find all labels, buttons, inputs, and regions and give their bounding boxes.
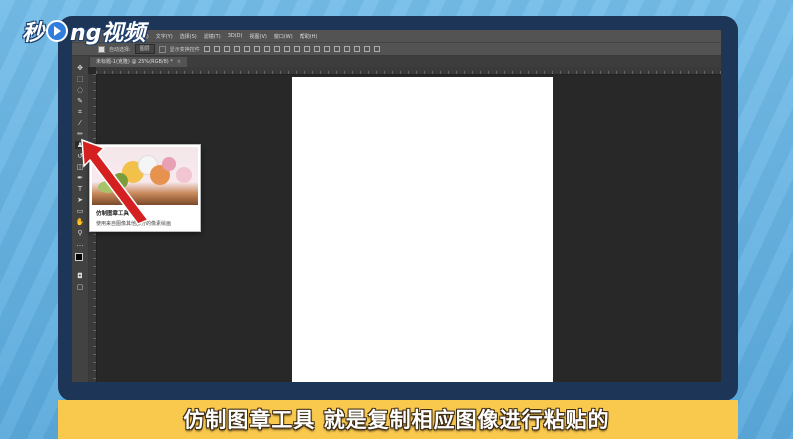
eyedropper-icon[interactable]: ⁄ xyxy=(75,119,85,127)
align-bottom-icon[interactable] xyxy=(223,46,230,52)
align-right-icon[interactable] xyxy=(253,46,260,52)
3d-rotate-icon[interactable] xyxy=(333,46,340,52)
distribute-bottom-icon[interactable] xyxy=(283,46,290,52)
distribute-top-icon[interactable] xyxy=(263,46,270,52)
document-tab-bar: 未标题-1(克隆) @ 25%(RGB/8) * × xyxy=(88,56,721,67)
align-middle-icon[interactable] xyxy=(213,46,220,52)
logo-text-1: 秒 xyxy=(22,21,45,46)
menu-type[interactable]: 文字(Y) xyxy=(156,33,173,40)
distribute-center-icon[interactable] xyxy=(303,46,310,52)
marquee-icon[interactable]: ⬚ xyxy=(75,75,85,83)
menu-select[interactable]: 选择(S) xyxy=(180,33,197,40)
3d-roll-icon[interactable] xyxy=(343,46,350,52)
options-bar: 自动选择: 图层 显示变换控件 xyxy=(72,42,721,56)
menu-help[interactable]: 帮助(H) xyxy=(300,33,318,40)
align-center-icon[interactable] xyxy=(243,46,250,52)
menu-3d[interactable]: 3D(D) xyxy=(228,33,243,39)
more-tools-icon[interactable]: … xyxy=(75,240,85,248)
document-tab[interactable]: 未标题-1(克隆) @ 25%(RGB/8) * × xyxy=(90,57,188,67)
crop-icon[interactable]: ⌗ xyxy=(75,108,85,116)
transform-controls-checkbox[interactable] xyxy=(158,45,166,53)
horizontal-ruler xyxy=(96,67,721,75)
play-icon xyxy=(46,20,69,42)
transform-controls-label: 显示变换控件 xyxy=(169,46,200,53)
distribute-middle-icon[interactable] xyxy=(273,46,280,52)
color-swatches[interactable] xyxy=(75,253,86,264)
document-canvas[interactable] xyxy=(292,77,553,382)
menu-window[interactable]: 窗口(W) xyxy=(274,33,293,40)
logo-text-2: ng视频 xyxy=(70,21,146,46)
subtitle-text: 仿制图章工具 就是复制相应图像进行粘贴的 xyxy=(183,408,610,432)
zoom-icon[interactable]: ⚲ xyxy=(75,229,85,237)
document-tab-label: 未标题-1(克隆) @ 25%(RGB/8) * xyxy=(96,59,173,65)
3d-slide-icon[interactable] xyxy=(363,46,370,52)
auto-align-icon[interactable] xyxy=(323,46,330,52)
watermark-logo: 秒 ng视频 xyxy=(22,14,145,48)
quick-mask-icon[interactable]: ◘ xyxy=(75,272,85,280)
close-tab-icon[interactable]: × xyxy=(177,59,181,65)
red-pointer-arrow-icon xyxy=(81,138,150,225)
3d-scale-icon[interactable] xyxy=(373,46,380,52)
align-left-icon[interactable] xyxy=(233,46,240,52)
menu-view[interactable]: 视图(V) xyxy=(250,33,267,40)
3d-drag-icon[interactable] xyxy=(353,46,360,52)
foreground-color[interactable] xyxy=(75,253,83,261)
lasso-icon[interactable]: ◌ xyxy=(75,86,85,94)
quick-select-icon[interactable]: ✎ xyxy=(75,97,85,105)
menu-bar: 图层(L) 文字(Y) 选择(S) 滤镜(T) 3D(D) 视图(V) 窗口(W… xyxy=(72,30,721,42)
move-icon[interactable]: ✥ xyxy=(75,64,85,72)
distribute-left-icon[interactable] xyxy=(293,46,300,52)
align-top-icon[interactable] xyxy=(203,46,210,52)
screen-mode-icon[interactable]: ▢ xyxy=(75,283,85,291)
menu-filter[interactable]: 滤镜(T) xyxy=(204,33,221,40)
distribute-right-icon[interactable] xyxy=(313,46,320,52)
